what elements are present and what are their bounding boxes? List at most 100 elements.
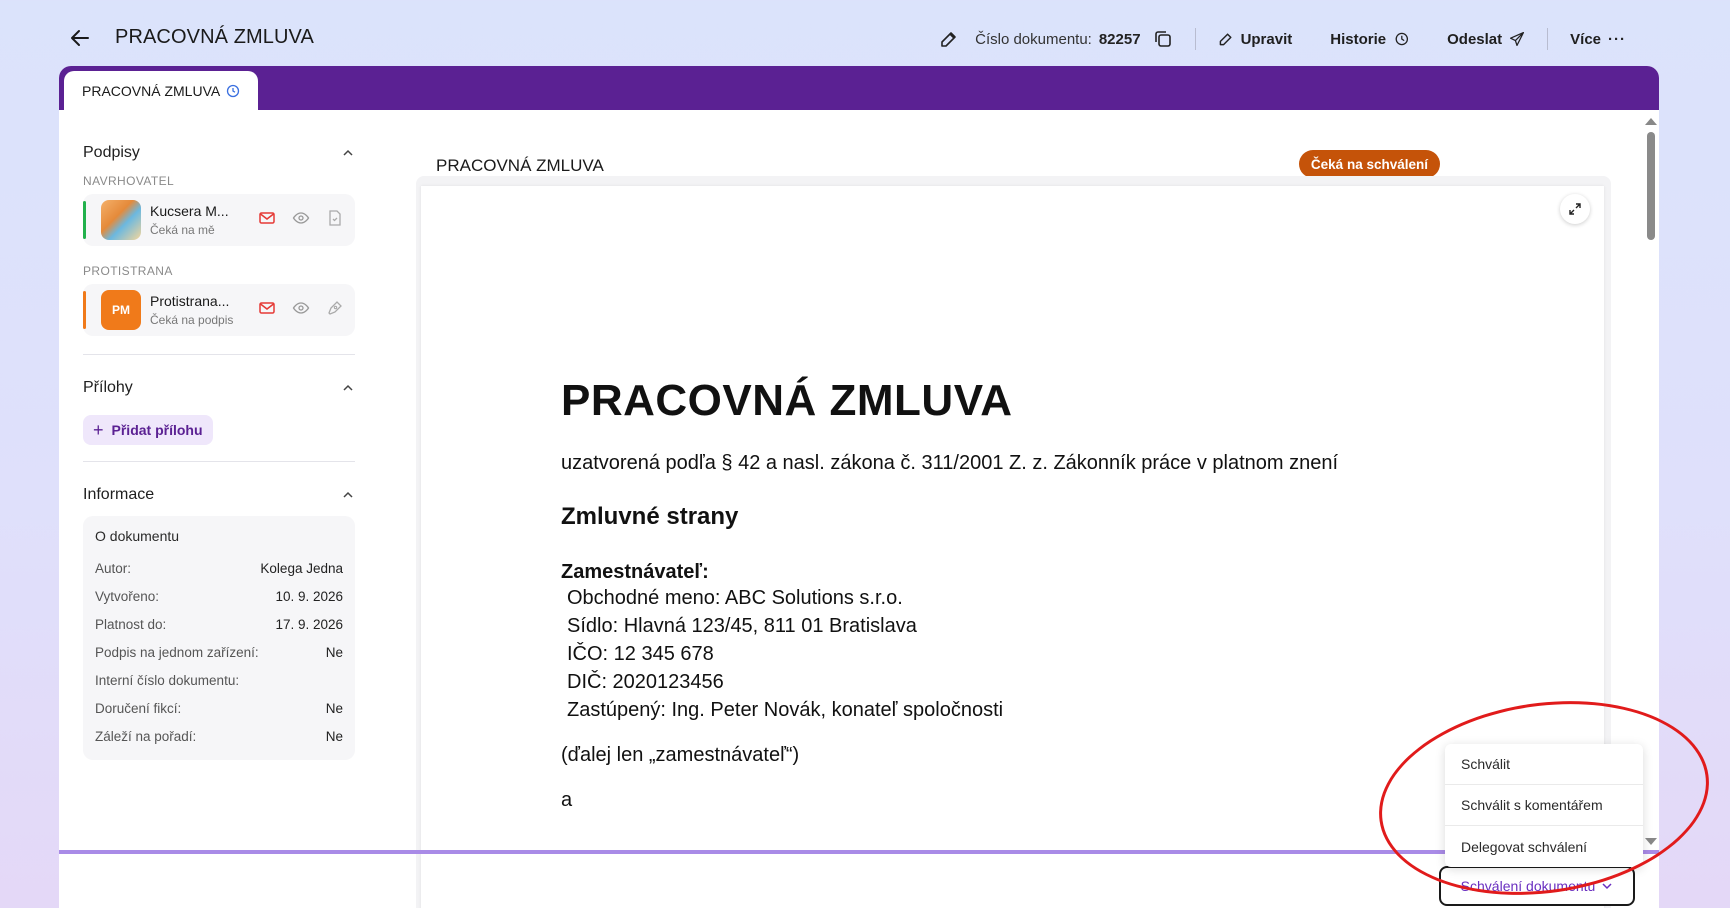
plus-icon: + — [93, 419, 104, 440]
status-bar — [83, 201, 86, 239]
top-actions: Číslo dokumentu: 82257 Upravit Historie … — [939, 26, 1626, 52]
more-button[interactable]: Více ··· — [1570, 31, 1626, 48]
info-key: Interní číslo dokumentu: — [95, 672, 240, 688]
eye-icon[interactable] — [291, 208, 311, 228]
doc-number: Číslo dokumentu: 82257 — [975, 31, 1140, 48]
send-button[interactable]: Odeslat — [1447, 31, 1525, 48]
info-value: 10. 9. 2026 — [275, 588, 343, 604]
divider — [83, 461, 355, 462]
edit-label: Upravit — [1240, 30, 1293, 48]
rename-button[interactable] — [939, 29, 959, 49]
info-key: Záleží na pořadí: — [95, 728, 197, 744]
info-value: Ne — [325, 728, 343, 744]
employer-line: DIČ: 2020123456 — [567, 671, 724, 693]
info-row: Vytvořeno: 10. 9. 2026 — [95, 582, 343, 610]
info-value: Ne — [325, 644, 343, 660]
status-badge: Čeká na schválení — [1298, 150, 1440, 178]
info-title: Informace — [83, 486, 155, 503]
chevron-down-icon — [1602, 883, 1612, 890]
signature-icon[interactable] — [325, 298, 345, 318]
paragraph: (ďalej len „zamestnávateľ“) — [561, 744, 800, 766]
document-icon[interactable] — [325, 208, 345, 228]
edit-icon — [1219, 33, 1232, 46]
separator — [1194, 28, 1196, 50]
back-arrow-icon[interactable] — [68, 26, 92, 50]
scroll-up-arrow-icon[interactable] — [1645, 118, 1657, 125]
doc-number-value: 82257 — [1098, 30, 1141, 48]
mail-icon[interactable] — [257, 208, 277, 228]
signer-name: Kucsera M... — [150, 203, 229, 219]
info-row: Autor: Kolega Jedna — [95, 554, 343, 582]
info-value: Kolega Jedna — [260, 560, 343, 576]
divider — [83, 354, 355, 355]
info-value: 17. 9. 2026 — [275, 616, 343, 632]
chevron-up-icon — [343, 149, 353, 156]
about-document-heading: O dokumentu — [95, 528, 180, 544]
signer-name: Protistrana... — [150, 293, 230, 309]
signer-counterparty[interactable]: PM Protistrana... Čeká na podpis — [83, 284, 355, 336]
copy-button[interactable] — [1153, 29, 1173, 49]
employer-line: Sídlo: Hlavná 123/45, 811 01 Bratislava — [567, 615, 917, 637]
info-key: Platnost do: — [95, 616, 167, 632]
expand-button[interactable] — [1560, 194, 1590, 224]
send-label: Odeslat — [1447, 30, 1503, 48]
doc-number-label: Číslo dokumentu: — [975, 30, 1092, 48]
info-value: Ne — [325, 700, 343, 716]
signatures-title: Podpisy — [83, 144, 140, 161]
clock-icon — [227, 84, 240, 97]
attachments-section-toggle[interactable]: Přílohy — [83, 375, 355, 401]
proposer-label: NAVRHOVATEL — [83, 174, 175, 188]
add-attachment-button[interactable]: + Přidat přílohu — [83, 415, 213, 445]
document-title: PRACOVNÁ ZMLUVA — [436, 156, 604, 175]
document-subtitle: uzatvorená podľa § 42 a nasl. zákona č. … — [561, 452, 1339, 474]
info-key: Autor: — [95, 560, 132, 576]
employer-line: Obchodné meno: ABC Solutions s.r.o. — [567, 587, 903, 609]
employer-heading: Zamestnávateľ: — [561, 561, 709, 583]
info-row: Doručení fikcí: Ne — [95, 694, 343, 722]
document-heading: PRACOVNÁ ZMLUVA — [561, 376, 1013, 425]
paragraph: a — [561, 789, 573, 811]
section-heading: Zmluvné strany — [561, 503, 739, 530]
info-key: Doručení fikcí: — [95, 700, 182, 716]
signer-proposer[interactable]: Kucsera M... Čeká na mě — [83, 194, 355, 246]
page-title: PRACOVNÁ ZMLUVA — [115, 26, 314, 48]
document-content: PRACOVNÁ ZMLUVA uzatvorená podľa § 42 a … — [561, 376, 1338, 812]
info-row: Podpis na jednom zařízení: Ne — [95, 638, 343, 666]
paper-plane-icon — [1510, 31, 1525, 47]
info-row: Interní číslo dokumentu: — [95, 666, 343, 694]
chevron-up-icon — [343, 491, 353, 498]
employer-line: Zastúpený: Ing. Peter Novák, konateľ spo… — [567, 699, 1004, 721]
tab-document[interactable]: PRACOVNÁ ZMLUVA — [64, 71, 259, 110]
sidebar: Podpisy NAVRHOVATEL Kucsera M... Čeká na… — [83, 140, 355, 760]
info-box: O dokumentu Autor: Kolega Jedna Vytvořeno… — [83, 516, 355, 760]
copy-icon — [1154, 31, 1171, 47]
add-attachment-label: Přidat přílohu — [111, 422, 203, 438]
history-button[interactable]: Historie — [1330, 31, 1409, 48]
mail-icon[interactable] — [257, 298, 277, 318]
avatar: PM — [101, 290, 141, 330]
status-bar — [83, 291, 86, 329]
tab-strip: PRACOVNÁ ZMLUVA — [59, 66, 1659, 110]
info-row: Platnost do: 17. 9. 2026 — [95, 610, 343, 638]
signer-status: Čeká na mě — [150, 223, 215, 237]
eye-icon[interactable] — [291, 298, 311, 318]
avatar — [101, 200, 141, 240]
info-key: Podpis na jednom zařízení: — [95, 644, 259, 660]
edit-button[interactable]: Upravit — [1218, 30, 1293, 48]
attachments-title: Přílohy — [83, 379, 133, 396]
employer-line: IČO: 12 345 678 — [567, 643, 714, 665]
history-label: Historie — [1330, 30, 1387, 48]
more-label: Více — [1570, 30, 1601, 48]
separator — [1547, 28, 1549, 50]
tab-label: PRACOVNÁ ZMLUVA — [82, 82, 221, 99]
info-key: Vytvořeno: — [95, 588, 160, 604]
history-icon — [1395, 32, 1409, 46]
ellipsis-icon: ··· — [1608, 30, 1626, 48]
signatures-section-toggle[interactable]: Podpisy — [83, 140, 355, 166]
counterparty-label: PROTISTRANA — [83, 264, 173, 278]
signer-status: Čeká na podpis — [150, 313, 234, 327]
info-section-toggle[interactable]: Informace — [83, 482, 355, 508]
edit-icon — [941, 32, 956, 47]
chevron-up-icon — [343, 384, 353, 391]
scrollbar-thumb[interactable] — [1647, 132, 1655, 240]
